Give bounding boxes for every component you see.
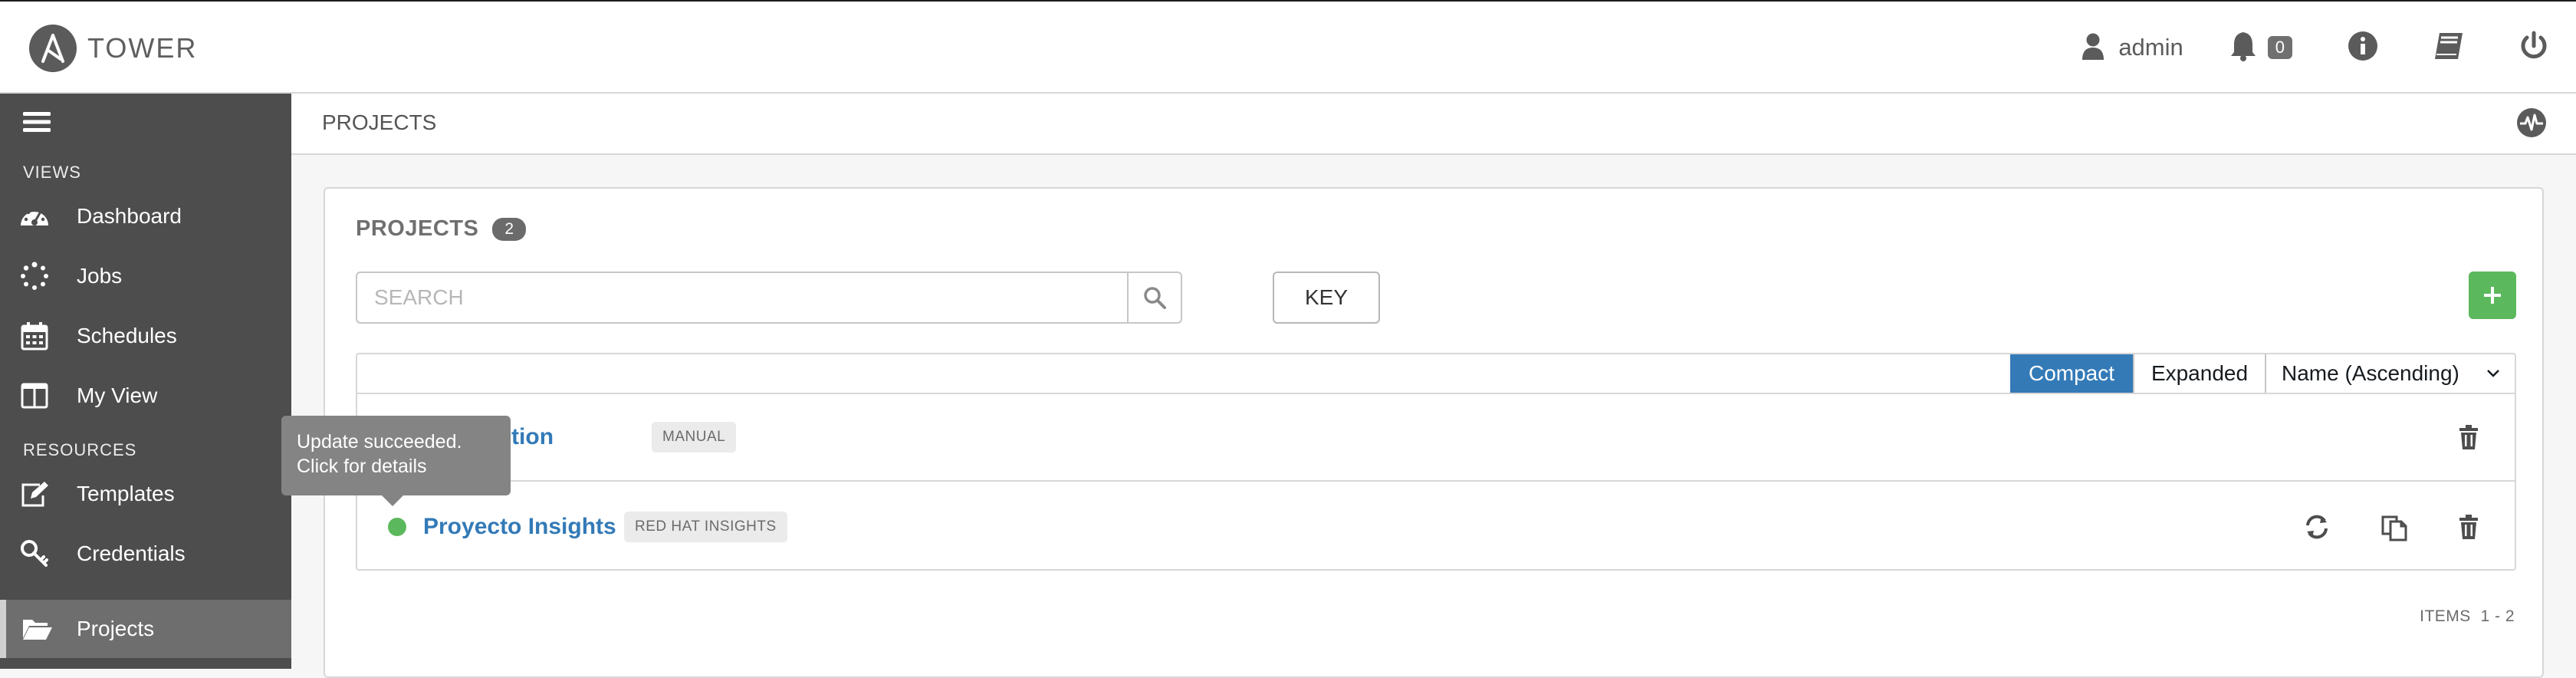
hamburger-icon: [23, 112, 51, 137]
breadcrumb-bar: PROJECTS: [291, 94, 2576, 155]
view-toggle: Compact Expanded Name (Ascending): [2010, 354, 2515, 393]
key-button[interactable]: KEY: [1273, 272, 1380, 324]
user-menu[interactable]: admin: [2082, 32, 2183, 64]
search-icon: [1144, 287, 1166, 309]
list-toolbar: Compact Expanded Name (Ascending): [357, 354, 2515, 394]
notifications-button[interactable]: 0: [2229, 31, 2292, 65]
plus-icon: [2484, 287, 2501, 304]
power-icon: [2519, 31, 2548, 65]
spinner-icon: [0, 262, 77, 291]
logout-button[interactable]: [2519, 31, 2548, 65]
sidebar-item-credentials[interactable]: Credentials: [0, 525, 291, 583]
sort-dropdown[interactable]: Name (Ascending): [2265, 354, 2515, 393]
sidebar-item-dashboard[interactable]: Dashboard: [0, 187, 291, 245]
sidebar-item-projects[interactable]: Projects: [0, 600, 291, 658]
copy-icon: [2381, 515, 2407, 541]
row-actions: [2409, 424, 2479, 450]
items-count: ITEMS 1 - 2: [2420, 607, 2515, 625]
sidebar-item-label: Credentials: [77, 541, 186, 565]
menu-toggle-button[interactable]: [23, 110, 51, 137]
tooltip-line-1: Update succeeded.: [297, 431, 462, 453]
sidebar-item-label: Templates: [77, 482, 175, 505]
status-tooltip: Update succeeded. Click for details: [281, 416, 511, 495]
dashboard-icon: [0, 204, 77, 229]
trash-icon: [2459, 425, 2478, 449]
tooltip-line-2: Click for details: [297, 456, 427, 477]
projects-list: Compact Expanded Name (Ascending) k Coll…: [356, 353, 2516, 571]
compact-view-button[interactable]: Compact: [2010, 354, 2133, 393]
list-item: Proyecto Insights RED HAT INSIGHTS: [357, 483, 2515, 571]
project-status-icon[interactable]: [388, 518, 406, 536]
activity-stream-button[interactable]: [2516, 107, 2547, 142]
user-name: admin: [2118, 34, 2183, 61]
sort-label: Name (Ascending): [2282, 361, 2459, 385]
list-item: k Collection MANUAL: [357, 394, 2515, 482]
bell-icon: [2229, 31, 2257, 65]
project-type-tag: MANUAL: [652, 422, 737, 453]
project-name-link[interactable]: Proyecto Insights: [423, 514, 616, 540]
columns-icon: [0, 383, 77, 409]
app-logo[interactable]: TOWER: [29, 25, 197, 72]
delete-project-button[interactable]: [2458, 514, 2479, 540]
sync-project-button[interactable]: [2303, 513, 2331, 541]
sidebar-item-label: Schedules: [77, 324, 177, 347]
sidebar-item-my-view[interactable]: My View: [0, 367, 291, 425]
user-icon: [2082, 32, 2104, 64]
projects-panel: PROJECTS 2 KEY Compact Expanded Name (As…: [324, 187, 2544, 678]
expanded-view-button[interactable]: Expanded: [2133, 354, 2265, 393]
calendar-icon: [0, 321, 77, 351]
sidebar-item-templates[interactable]: Templates: [0, 465, 291, 523]
resources-section-label: RESOURCES: [23, 440, 137, 459]
about-button[interactable]: [2348, 31, 2378, 65]
edit-icon: [0, 480, 77, 508]
key-icon: [0, 539, 77, 568]
search-input[interactable]: [357, 273, 1127, 322]
sidebar-item-label: My View: [77, 383, 158, 407]
trash-icon: [2459, 515, 2478, 539]
info-circle-icon: [2348, 31, 2378, 65]
sidebar-item-label: Projects: [77, 617, 155, 640]
copy-project-button[interactable]: [2380, 512, 2409, 541]
activity-stream-icon: [2517, 108, 2546, 137]
documentation-button[interactable]: [2433, 31, 2464, 64]
breadcrumb-current: PROJECTS: [322, 110, 437, 134]
search-box: [356, 272, 1182, 324]
chevron-down-icon: [2487, 370, 2499, 377]
sidebar-item-label: Dashboard: [77, 204, 182, 228]
top-header: TOWER admin 0: [0, 0, 2576, 94]
logo-text: TOWER: [87, 32, 198, 64]
ansible-logo-icon: [29, 25, 77, 72]
folder-open-icon: [6, 617, 77, 641]
search-button[interactable]: [1127, 273, 1181, 322]
sidebar-item-label: Jobs: [77, 264, 123, 288]
sidebar-item-jobs[interactable]: Jobs: [0, 247, 291, 305]
book-icon: [2433, 31, 2464, 64]
sidebar-item-schedules[interactable]: Schedules: [0, 307, 291, 365]
views-section-label: VIEWS: [23, 163, 81, 182]
refresh-icon: [2306, 515, 2328, 539]
row-actions: [2254, 512, 2479, 541]
projects-count-badge: 2: [492, 217, 527, 241]
tooltip-arrow: [382, 495, 403, 506]
sidebar: VIEWS Dashboard Jobs Schedules My View R…: [0, 94, 291, 669]
panel-title: PROJECTS: [356, 216, 479, 241]
delete-project-button[interactable]: [2458, 424, 2479, 450]
add-project-button[interactable]: [2469, 272, 2516, 319]
panel-header: PROJECTS 2: [356, 216, 527, 242]
notifications-count-badge: 0: [2267, 36, 2292, 59]
project-type-tag: RED HAT INSIGHTS: [624, 512, 787, 542]
